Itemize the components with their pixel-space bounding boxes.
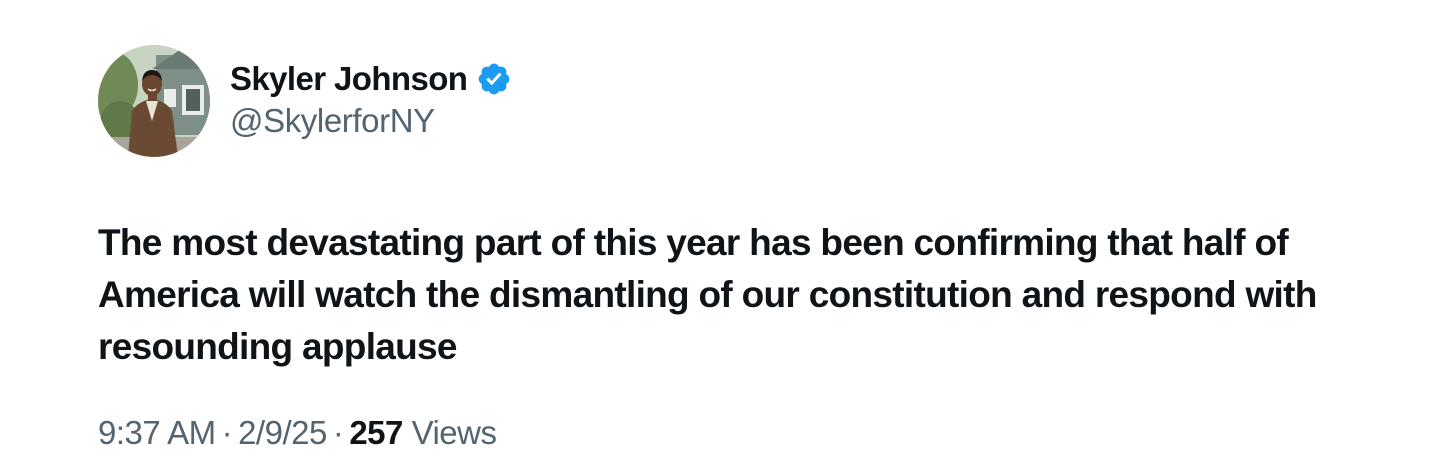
verified-badge-icon[interactable] bbox=[476, 61, 512, 97]
views-count: 257 bbox=[349, 414, 403, 451]
views-label: Views bbox=[411, 414, 497, 451]
tweet-date[interactable]: 2/9/25 bbox=[238, 414, 327, 451]
tweet-meta: 9:37 AM · 2/9/25 · 257 Views bbox=[98, 414, 497, 452]
meta-separator: · bbox=[221, 414, 233, 451]
avatar-image bbox=[98, 45, 210, 157]
meta-separator: · bbox=[332, 414, 344, 451]
author-name-row: Skyler Johnson bbox=[230, 56, 512, 102]
author-display-name[interactable]: Skyler Johnson bbox=[230, 60, 468, 98]
tweet-text: The most devastating part of this year h… bbox=[98, 222, 1317, 367]
author-handle[interactable]: @SkylerforNY bbox=[230, 102, 435, 140]
tweet-card: Skyler Johnson @SkylerforNY The most dev… bbox=[0, 0, 1456, 474]
avatar[interactable] bbox=[98, 45, 210, 157]
tweet-time[interactable]: 9:37 AM bbox=[98, 414, 216, 451]
